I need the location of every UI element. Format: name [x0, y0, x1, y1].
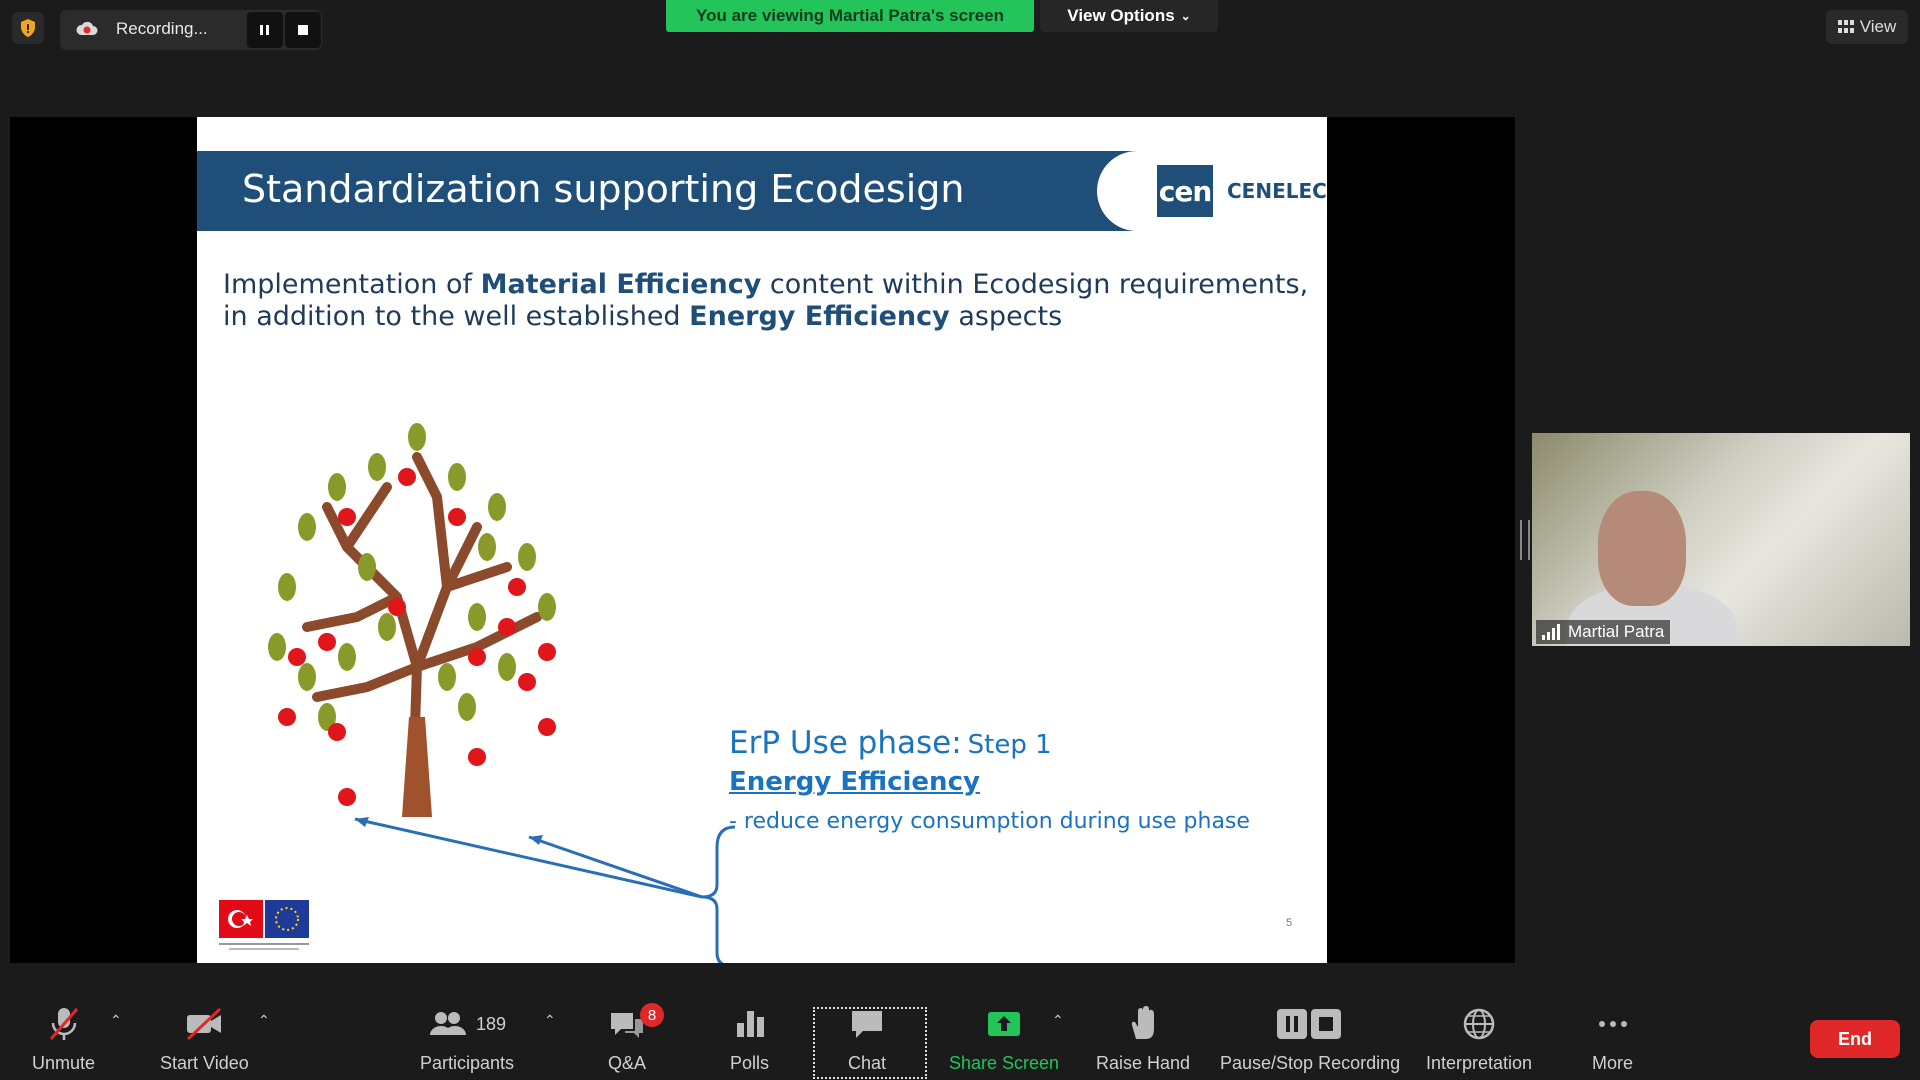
view-label: View: [1859, 17, 1897, 36]
erp-title: ErP Use phase:: [729, 725, 962, 761]
interpretation-label: Interpretation: [1426, 1053, 1533, 1073]
viewing-banner: You are viewing Martial Patra's screen: [666, 0, 1034, 32]
grid-view-icon: [1837, 20, 1854, 33]
raise-hand-label: Raise Hand: [1096, 1053, 1191, 1073]
view-button[interactable]: View: [1826, 10, 1908, 44]
share-screen-button[interactable]: Share Screen: [949, 1005, 1059, 1074]
cen-logo: cen: [1157, 165, 1213, 217]
erp-energy-efficiency: Energy Efficiency: [729, 767, 980, 797]
erp-use-phase-block: ErP Use phase: Step 1 Energy Efficiency -…: [729, 725, 1250, 834]
muted-microphone-icon: [49, 1008, 78, 1040]
intro-text-part: Implementation of: [223, 269, 481, 300]
globe-icon: [1463, 1008, 1495, 1040]
more-icon: [1598, 1021, 1627, 1027]
qa-label: Q&A: [607, 1053, 646, 1073]
material-efficiency-text: Material Efficiency: [480, 269, 762, 300]
slide-intro-text: Implementation of Material Efficiency co…: [223, 269, 1313, 333]
polls-button[interactable]: Polls: [730, 1005, 769, 1074]
participants-count: 189: [476, 1013, 507, 1034]
participant-head: [1598, 491, 1686, 606]
energy-efficiency-text: Energy Efficiency: [689, 301, 950, 332]
logo-area: cen CENELEC: [1097, 151, 1327, 231]
share-screen-label: Share Screen: [949, 1053, 1060, 1073]
end-meeting-button[interactable]: End: [1810, 1020, 1900, 1058]
stop-recording-button[interactable]: [285, 12, 321, 48]
video-off-icon: [187, 1007, 222, 1041]
view-options-button[interactable]: View Options ⌄: [1040, 0, 1218, 32]
participants-icon: [430, 1012, 466, 1035]
more-label: More: [1592, 1053, 1634, 1073]
pause-stop-recording-button[interactable]: Pause/Stop Recording: [1220, 1005, 1400, 1074]
chat-icon: [852, 1011, 883, 1038]
chat-label: Chat: [848, 1053, 887, 1073]
chevron-down-icon: ⌄: [1180, 9, 1191, 23]
share-options-caret-icon[interactable]: ⌃: [1052, 1012, 1064, 1029]
chat-button[interactable]: Chat: [848, 1005, 886, 1074]
participants-label: Participants: [420, 1053, 515, 1073]
raise-hand-button[interactable]: Raise Hand: [1096, 1005, 1190, 1074]
polls-icon: [736, 1011, 764, 1037]
participant-name: Martial Patra: [1568, 622, 1665, 641]
signal-strength-icon: [1542, 624, 1560, 640]
pause-stop-recording-icon: [1277, 1009, 1342, 1039]
slide-title: Standardization supporting Ecodesign: [242, 167, 965, 211]
raise-hand-icon: [1131, 1006, 1155, 1039]
start-video-label: Start Video: [160, 1053, 249, 1073]
presentation-slide: Standardization supporting Ecodesign cen…: [197, 117, 1327, 963]
share-screen-icon: [988, 1012, 1021, 1036]
pause-icon: [260, 25, 269, 35]
start-video-button[interactable]: Start Video: [160, 1005, 249, 1074]
panel-resize-handle[interactable]: [1520, 520, 1530, 560]
participants-options-caret-icon[interactable]: ⌃: [544, 1012, 556, 1029]
intro-text-part: aspects: [949, 301, 1063, 332]
audio-options-caret-icon[interactable]: ⌃: [110, 1012, 122, 1029]
annotation-arrows: [354, 817, 736, 963]
erp-bullet: - reduce energy consumption during use p…: [729, 809, 1250, 834]
view-options-label: View Options: [1067, 6, 1175, 25]
turkey-eu-flags-logo: [219, 900, 309, 950]
erp-step: Step 1: [967, 730, 1052, 760]
recording-label: Recording...: [116, 19, 208, 38]
unmute-label: Unmute: [32, 1053, 96, 1073]
pause-stop-recording-label: Pause/Stop Recording: [1220, 1053, 1401, 1073]
security-shield-icon[interactable]: [12, 12, 44, 44]
cloud-recording-icon: [76, 21, 98, 35]
pause-recording-button[interactable]: [247, 12, 283, 48]
participants-button[interactable]: 189 Participants: [420, 1005, 514, 1074]
slide-header: Standardization supporting Ecodesign cen…: [197, 151, 1327, 231]
more-button[interactable]: More: [1592, 1005, 1633, 1074]
interpretation-button[interactable]: Interpretation: [1426, 1005, 1532, 1074]
qa-badge: 8: [640, 1003, 664, 1027]
stop-icon: [298, 25, 308, 35]
video-options-caret-icon[interactable]: ⌃: [258, 1012, 270, 1029]
participant-name-tag: Martial Patra: [1536, 620, 1671, 644]
cenelec-logo: CENELEC: [1227, 179, 1327, 203]
polls-label: Polls: [730, 1053, 770, 1073]
participant-video[interactable]: [1532, 433, 1910, 646]
slide-page-number: 5: [1286, 917, 1293, 929]
unmute-button[interactable]: Unmute: [32, 1005, 95, 1074]
